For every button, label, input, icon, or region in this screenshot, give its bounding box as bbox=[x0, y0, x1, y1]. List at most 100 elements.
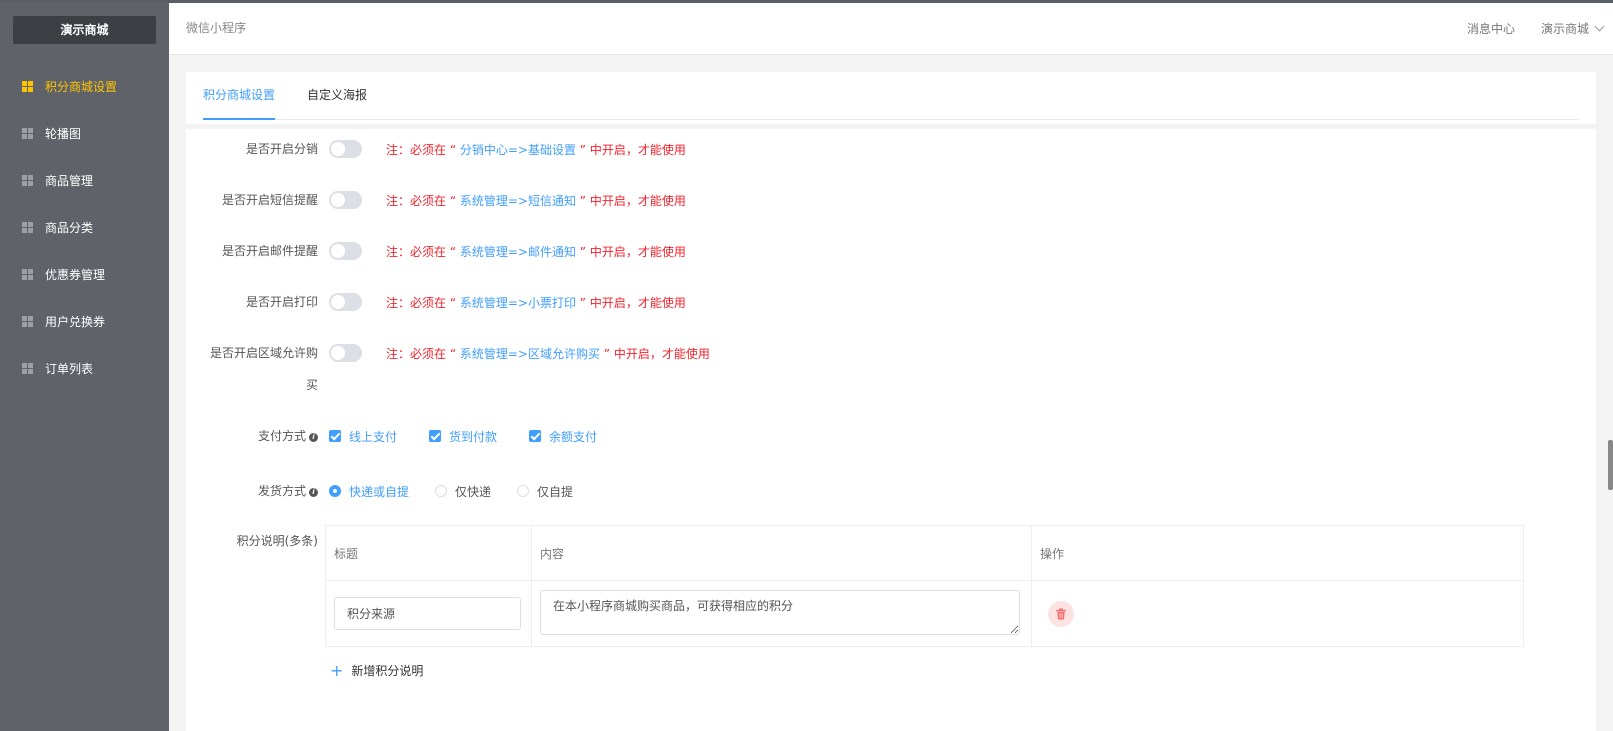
delivery-pickup-only-radio[interactable]: 仅自提 bbox=[517, 483, 573, 500]
note-path: 分销中心=>基础设置 bbox=[459, 142, 576, 157]
table-row: 在本小程序商城购买商品，可获得相应的积分 bbox=[325, 580, 1524, 647]
distribution-toggle[interactable] bbox=[329, 140, 362, 158]
tab-custom-poster[interactable]: 自定义海报 bbox=[307, 72, 367, 119]
checkbox-checked-icon bbox=[429, 430, 442, 442]
note-suffix: ” 中开启，才能使用 bbox=[575, 193, 686, 208]
note-suffix: ” 中开启，才能使用 bbox=[575, 244, 686, 259]
print-toggle[interactable] bbox=[329, 293, 362, 311]
message-center-link[interactable]: 消息中心 bbox=[1467, 20, 1515, 37]
grid-icon bbox=[22, 269, 33, 280]
radio-label: 快递或自提 bbox=[349, 484, 410, 499]
info-icon[interactable]: i bbox=[309, 488, 318, 497]
form-label: 是否开启分销 bbox=[245, 142, 318, 156]
tab-bar: 积分商城设置 自定义海报 bbox=[203, 72, 1579, 120]
table-cell-title bbox=[325, 580, 532, 647]
sidebar-item-label: 商品管理 bbox=[45, 174, 94, 188]
delete-button[interactable] bbox=[1048, 600, 1074, 627]
sidebar-item-label: 积分商城设置 bbox=[45, 80, 118, 94]
add-points-desc-button[interactable]: + 新增积分说明 bbox=[330, 662, 423, 679]
region-purchase-toggle[interactable] bbox=[329, 344, 362, 362]
form-label: 支付方式 i bbox=[186, 425, 318, 447]
radio-icon bbox=[435, 485, 448, 497]
grid-icon bbox=[22, 363, 33, 374]
radio-label: 仅自提 bbox=[537, 484, 574, 499]
sidebar-item-categories[interactable]: 商品分类 bbox=[0, 204, 169, 251]
table-cell-actions bbox=[1031, 580, 1524, 647]
sms-toggle[interactable] bbox=[329, 191, 362, 209]
delivery-express-only-radio[interactable]: 仅快递 bbox=[435, 483, 491, 500]
checkbox-label: 余额支付 bbox=[549, 429, 598, 444]
column-header-actions: 操作 bbox=[1031, 525, 1524, 581]
form-label: 是否开启短信提醒 bbox=[221, 193, 318, 207]
form-row-print: 是否开启打印 注：必须在 “ 系统管理=>小票打印 ” 中开启，才能使用 bbox=[186, 291, 686, 313]
grid-icon bbox=[22, 222, 33, 233]
table-header-row: 标题 内容 操作 bbox=[325, 525, 1524, 581]
form-row-email: 是否开启邮件提醒 注：必须在 “ 系统管理=>邮件通知 ” 中开启，才能使用 bbox=[186, 240, 686, 262]
checkbox-label: 货到付款 bbox=[449, 429, 498, 444]
note-text: 注：必须在 “ 系统管理=>短信通知 ” 中开启，才能使用 bbox=[386, 192, 686, 209]
sidebar-item-coupons[interactable]: 优惠券管理 bbox=[0, 251, 169, 298]
settings-form: 是否开启分销 注：必须在 “ 分销中心=>基础设置 ” 中开启，才能使用 是否开… bbox=[186, 129, 1596, 731]
checkbox-label: 线上支付 bbox=[349, 429, 398, 444]
checkbox-checked-icon bbox=[529, 430, 542, 442]
tab-points-mall-settings[interactable]: 积分商城设置 bbox=[203, 72, 276, 120]
sidebar-item-products[interactable]: 商品管理 bbox=[0, 157, 169, 204]
breadcrumb[interactable]: 微信小程序 bbox=[186, 3, 246, 54]
form-label-text: 发货方式 bbox=[257, 484, 306, 498]
points-title-input[interactable] bbox=[334, 597, 521, 630]
chevron-down-icon bbox=[1594, 21, 1605, 32]
note-path: 系统管理=>短信通知 bbox=[459, 193, 576, 208]
column-header-content: 内容 bbox=[531, 525, 1032, 581]
payment-online-checkbox[interactable]: 线上支付 bbox=[329, 428, 397, 445]
sidebar-item-carousel[interactable]: 轮播图 bbox=[0, 110, 169, 157]
sidebar-item-user-vouchers[interactable]: 用户兑换券 bbox=[0, 298, 169, 345]
radio-selected-icon bbox=[329, 485, 341, 497]
column-header-title: 标题 bbox=[325, 525, 532, 581]
plus-icon: + bbox=[330, 660, 344, 680]
note-path: 系统管理=>小票打印 bbox=[459, 295, 576, 310]
sidebar-item-label: 订单列表 bbox=[45, 362, 94, 376]
form-label: 发货方式 i bbox=[186, 480, 318, 502]
note-prefix: 注：必须在 “ bbox=[386, 142, 460, 157]
checkbox-checked-icon bbox=[329, 430, 341, 442]
form-row-sms: 是否开启短信提醒 注：必须在 “ 系统管理=>短信通知 ” 中开启，才能使用 bbox=[186, 189, 686, 211]
grid-icon bbox=[22, 128, 33, 139]
form-row-delivery: 发货方式 i 快递或自提 仅快递 仅自提 bbox=[186, 480, 599, 502]
table-cell-content: 在本小程序商城购买商品，可获得相应的积分 bbox=[531, 580, 1032, 647]
delivery-express-or-pickup-radio[interactable]: 快递或自提 bbox=[329, 483, 409, 500]
payment-cod-checkbox[interactable]: 货到付款 bbox=[429, 428, 497, 445]
email-toggle[interactable] bbox=[329, 242, 362, 260]
info-icon[interactable]: i bbox=[309, 433, 318, 442]
user-menu-label: 演示商城 bbox=[1540, 22, 1589, 36]
form-label: 是否开启邮件提醒 bbox=[221, 244, 318, 258]
sidebar-item-label: 用户兑换券 bbox=[45, 315, 106, 329]
payment-balance-checkbox[interactable]: 余额支付 bbox=[529, 428, 597, 445]
brand-logo: 演示商城 bbox=[13, 16, 156, 44]
points-desc-table: 标题 内容 操作 在本小程序商城购买商品，可获得相应的积分 bbox=[325, 525, 1524, 647]
form-label: 是否开启区域允许购 买 bbox=[186, 342, 318, 396]
grid-icon bbox=[22, 316, 33, 327]
note-path: 系统管理=>区域允许购买 bbox=[459, 346, 600, 361]
tabs-card: 积分商城设置 自定义海报 bbox=[186, 72, 1596, 124]
points-content-textarea[interactable]: 在本小程序商城购买商品，可获得相应的积分 bbox=[540, 589, 1020, 635]
note-text: 注：必须在 “ 系统管理=>小票打印 ” 中开启，才能使用 bbox=[386, 294, 686, 311]
sidebar-item-points-mall-settings[interactable]: 积分商城设置 bbox=[0, 63, 169, 110]
note-prefix: 注：必须在 “ bbox=[386, 346, 460, 361]
form-row-distribution: 是否开启分销 注：必须在 “ 分销中心=>基础设置 ” 中开启，才能使用 bbox=[186, 138, 686, 160]
note-text: 注：必须在 “ 分销中心=>基础设置 ” 中开启，才能使用 bbox=[386, 141, 686, 158]
sidebar-item-label: 优惠券管理 bbox=[45, 268, 106, 282]
note-path: 系统管理=>邮件通知 bbox=[459, 244, 576, 259]
form-label-text: 支付方式 bbox=[257, 429, 306, 443]
note-suffix: ” 中开启，才能使用 bbox=[599, 346, 710, 361]
page-scrollbar[interactable] bbox=[1608, 440, 1613, 490]
sidebar-item-orders[interactable]: 订单列表 bbox=[0, 345, 169, 392]
note-suffix: ” 中开启，才能使用 bbox=[575, 295, 686, 310]
sidebar-item-label: 商品分类 bbox=[45, 221, 94, 235]
sidebar-item-label: 轮播图 bbox=[45, 127, 82, 141]
form-row-points-desc: 积分说明(多条) bbox=[186, 530, 318, 552]
note-suffix: ” 中开启，才能使用 bbox=[575, 142, 686, 157]
form-row-region: 是否开启区域允许购 买 注：必须在 “ 系统管理=>区域允许购买 ” 中开启，才… bbox=[186, 342, 710, 396]
user-menu[interactable]: 演示商城 bbox=[1540, 20, 1605, 37]
sidebar: 演示商城 积分商城设置 轮播图 商品管理 商品分类 优惠券管理 用户兑换券 订单… bbox=[0, 3, 169, 731]
grid-icon bbox=[22, 175, 33, 186]
